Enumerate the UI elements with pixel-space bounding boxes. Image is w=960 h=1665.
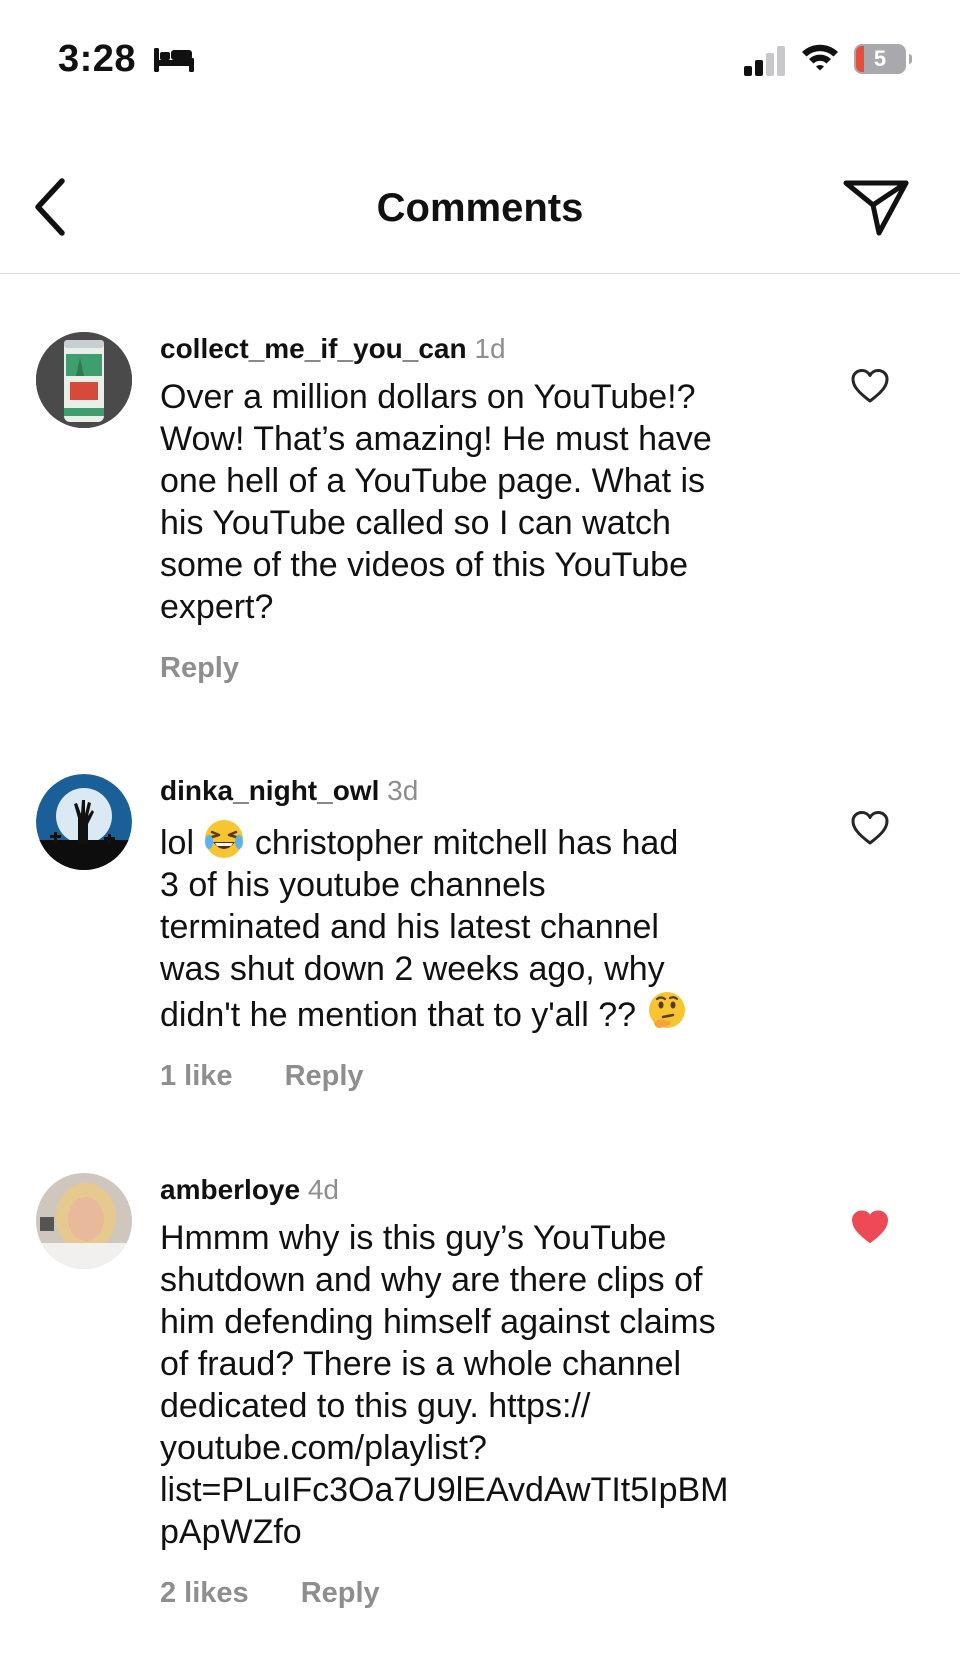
comment-actions: Reply <box>160 652 800 685</box>
reply-button[interactable]: Reply <box>160 652 239 685</box>
comment-username[interactable]: amberloye <box>160 1174 300 1205</box>
reply-button[interactable]: Reply <box>301 1577 380 1610</box>
comment-text: Over a million dollars on YouTube!? Wow!… <box>160 378 712 626</box>
comment-meta: collect_me_if_you_can 1d <box>160 332 800 366</box>
profile-photo-avatar-icon <box>36 1173 132 1269</box>
likes-count[interactable]: 1 like <box>160 1060 233 1093</box>
avatar[interactable] <box>36 1173 132 1269</box>
comment-meta: dinka_night_owl 3d <box>160 774 800 808</box>
comment-username[interactable]: collect_me_if_you_can <box>160 333 467 364</box>
heart-outline-icon[interactable] <box>850 810 890 846</box>
bed-icon <box>154 48 194 72</box>
comment-actions: 2 likes Reply <box>160 1577 800 1610</box>
thinking-emoji-icon <box>648 992 685 1028</box>
comment-body: dinka_night_owl 3d lol christopher mitch… <box>160 774 800 1093</box>
heart-outline-icon[interactable] <box>850 368 890 404</box>
zombie-hand-avatar-icon <box>36 774 132 870</box>
paper-plane-icon <box>843 180 909 236</box>
comment-time: 4d <box>307 1174 340 1205</box>
reply-button[interactable]: Reply <box>285 1060 364 1093</box>
share-button[interactable] <box>836 172 916 242</box>
comment-text: lol christopher mitchell has had 3 of hi… <box>160 818 800 1036</box>
comment-text-start: lol <box>160 824 204 862</box>
comment-time: 1d <box>474 333 506 364</box>
battery-icon: 5 <box>854 44 906 74</box>
wifi-icon <box>802 44 838 71</box>
likes-count[interactable]: 2 likes <box>160 1577 249 1610</box>
battery-level: 5 <box>873 46 887 71</box>
comment-actions: 1 like Reply <box>160 1060 800 1093</box>
comment-meta: amberloye 4d <box>160 1173 800 1207</box>
laughing-crying-emoji-icon <box>205 820 244 858</box>
avatar[interactable] <box>36 774 132 870</box>
status-time: 3:28 <box>58 38 137 80</box>
comment-body: collect_me_if_you_can 1d Over a million … <box>160 332 800 685</box>
comment-body: amberloye 4d Hmmm why is this guy’s YouT… <box>160 1173 800 1610</box>
comments-header: Comments <box>0 150 960 274</box>
page-title: Comments <box>376 186 584 230</box>
status-bar: 3:28 5 <box>0 0 960 120</box>
battery-tip <box>909 54 912 64</box>
avatar[interactable] <box>36 332 132 428</box>
heart-filled-icon[interactable] <box>850 1209 890 1245</box>
comment-username[interactable]: dinka_night_owl <box>160 775 379 806</box>
signal-icon <box>744 46 785 76</box>
comment-text: Hmmm why is this guy’s YouTube shutdown … <box>160 1219 729 1551</box>
comment-time: 3d <box>387 775 419 806</box>
soda-can-icon <box>36 332 132 428</box>
